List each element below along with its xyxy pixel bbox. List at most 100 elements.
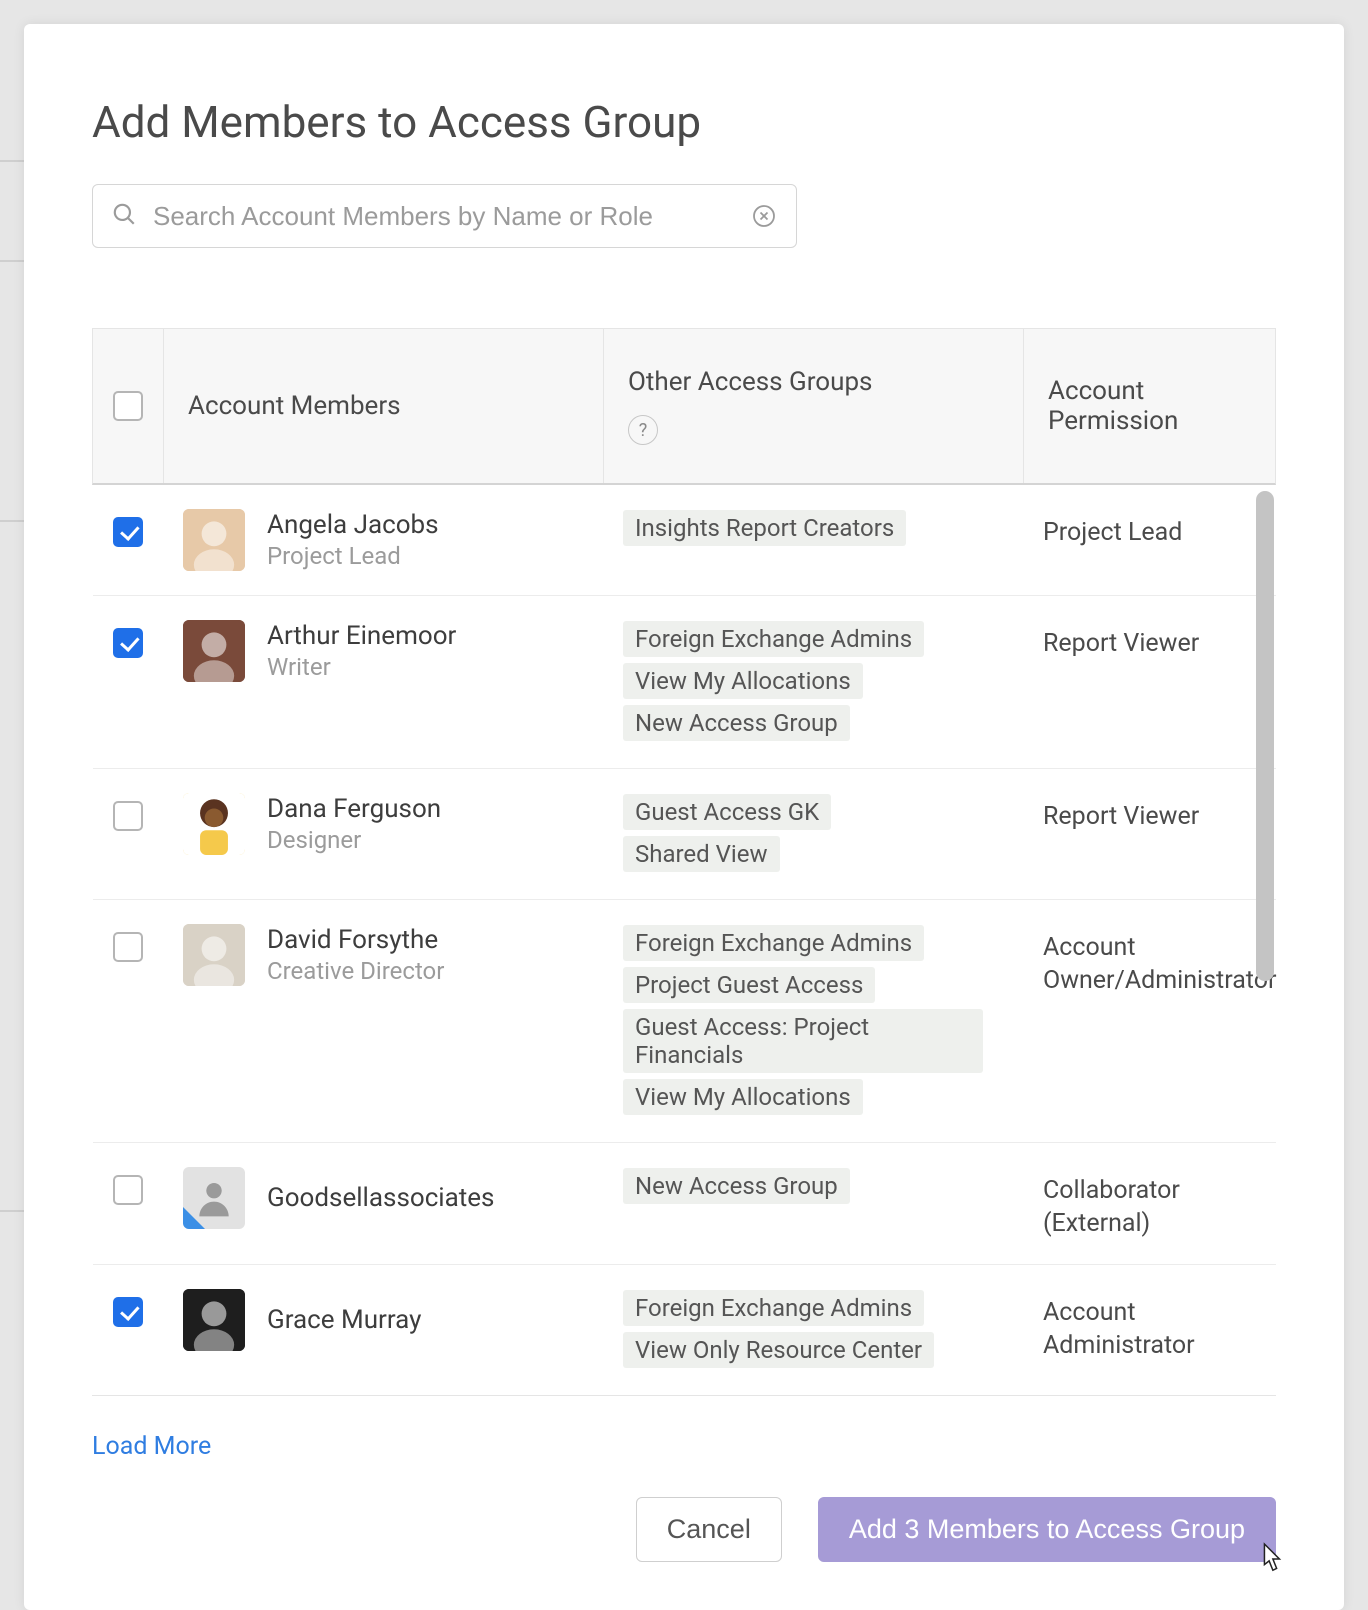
table-row: Angela JacobsProject LeadInsights Report… [93, 485, 1276, 596]
group-chip: Foreign Exchange Admins [623, 1290, 924, 1326]
member-cell: Dana FergusonDesigner [163, 783, 603, 865]
member-role: Creative Director [267, 957, 444, 985]
permission-text: Collaborator (External) [1043, 1165, 1256, 1240]
scrollbar-thumb[interactable] [1256, 491, 1274, 981]
column-groups-label: Other Access Groups [628, 367, 999, 397]
column-groups: Other Access Groups ? [603, 329, 1023, 483]
checkbox-cell [93, 783, 163, 841]
table-row: David ForsytheCreative Director Foreign E… [93, 900, 1276, 1143]
groups-cell: Guest Access GK Shared View [603, 783, 1023, 885]
permission-cell: Report Viewer [1023, 783, 1276, 844]
table-row: Dana FergusonDesigner Guest Access GK Shar… [93, 769, 1276, 900]
groups-cell: Foreign Exchange Admins Project Guest Acc… [603, 914, 1023, 1128]
member-cell: Arthur EinemoorWriter [163, 610, 603, 692]
member-cell: Goodsellassociates [163, 1157, 603, 1239]
row-checkbox[interactable] [113, 628, 143, 658]
avatar [183, 924, 245, 986]
table-row: Goodsellassociates New Access Group Collab… [93, 1143, 1276, 1265]
permission-text: Report Viewer [1043, 618, 1256, 661]
member-role: Project Lead [267, 542, 439, 570]
member-name: David Forsythe [267, 925, 444, 955]
row-checkbox[interactable] [113, 517, 143, 547]
member-name: Dana Ferguson [267, 794, 441, 824]
avatar [183, 1167, 245, 1229]
avatar [183, 620, 245, 682]
group-chip: Shared View [623, 836, 780, 872]
permission-cell: Project Lead [1023, 499, 1276, 560]
add-members-button[interactable]: Add 3 Members to Access Group [818, 1497, 1276, 1562]
permission-text: Account Owner/Administrator [1043, 922, 1276, 997]
member-text: Arthur EinemoorWriter [267, 621, 456, 681]
group-chip: View My Allocations [623, 1079, 863, 1115]
checkbox-cell [93, 1157, 163, 1215]
column-members: Account Members [163, 329, 603, 483]
member-text: Grace Murray [267, 1305, 421, 1335]
external-flag-icon [183, 1207, 205, 1229]
checkbox-cell [93, 610, 163, 668]
group-chip: View Only Resource Center [623, 1332, 934, 1368]
group-chip: Foreign Exchange Admins [623, 621, 924, 657]
group-chip: Insights Report Creators [623, 510, 906, 546]
group-chip: Guest Access: Project Financials [623, 1009, 983, 1073]
row-checkbox[interactable] [113, 1297, 143, 1327]
row-checkbox[interactable] [113, 801, 143, 831]
clear-search-icon[interactable] [750, 202, 778, 230]
permission-text: Account Administrator [1043, 1287, 1256, 1362]
add-members-modal: Add Members to Access Group Account [24, 24, 1344, 1610]
column-permission: Account Permission [1023, 329, 1275, 483]
group-chip: View My Allocations [623, 663, 863, 699]
table-body-wrap: Angela JacobsProject LeadInsights Report… [92, 485, 1276, 1395]
permission-cell: Report Viewer [1023, 610, 1276, 671]
row-checkbox[interactable] [113, 932, 143, 962]
member-name: Arthur Einemoor [267, 621, 456, 651]
permission-cell: Account Administrator [1023, 1279, 1276, 1372]
checkbox-cell [93, 914, 163, 972]
table-row: Grace Murray Foreign Exchange Admins View … [93, 1265, 1276, 1395]
groups-cell: Foreign Exchange Admins View My Allocatio… [603, 610, 1023, 754]
permission-text: Report Viewer [1043, 791, 1256, 834]
group-chip: New Access Group [623, 1168, 850, 1204]
checkbox-cell [93, 1279, 163, 1337]
member-role: Designer [267, 826, 441, 854]
column-members-label: Account Members [188, 391, 579, 421]
modal-title: Add Members to Access Group [92, 96, 1276, 148]
member-text: Goodsellassociates [267, 1183, 494, 1213]
member-name: Angela Jacobs [267, 510, 439, 540]
member-role: Writer [267, 653, 456, 681]
search-icon [111, 201, 137, 231]
permission-cell: Collaborator (External) [1023, 1157, 1276, 1250]
table-row: Arthur EinemoorWriter Foreign Exchange Ad… [93, 596, 1276, 769]
avatar [183, 509, 245, 571]
row-checkbox[interactable] [113, 1175, 143, 1205]
help-icon[interactable]: ? [628, 415, 658, 445]
member-name: Grace Murray [267, 1305, 421, 1335]
select-all-checkbox[interactable] [113, 391, 143, 421]
table-header: Account Members Other Access Groups ? Ac… [92, 328, 1276, 485]
groups-cell: Foreign Exchange Admins View Only Resourc… [603, 1279, 1023, 1381]
checkbox-cell [93, 499, 163, 557]
group-chip: New Access Group [623, 705, 850, 741]
select-all-header [93, 329, 163, 483]
groups-cell: New Access Group [603, 1157, 1023, 1217]
search-field[interactable] [92, 184, 797, 248]
member-cell: David ForsytheCreative Director [163, 914, 603, 996]
search-input[interactable] [151, 200, 736, 233]
modal-actions: Cancel Add 3 Members to Access Group [92, 1497, 1276, 1562]
member-cell: Angela JacobsProject Lead [163, 499, 603, 581]
avatar [183, 793, 245, 855]
group-chip: Project Guest Access [623, 967, 875, 1003]
member-cell: Grace Murray [163, 1279, 603, 1361]
column-permission-label: Account Permission [1048, 376, 1251, 436]
table-body: Angela JacobsProject LeadInsights Report… [92, 485, 1276, 1395]
group-chip: Guest Access GK [623, 794, 831, 830]
member-text: Angela JacobsProject Lead [267, 510, 439, 570]
member-text: David ForsytheCreative Director [267, 925, 444, 985]
group-chip: Foreign Exchange Admins [623, 925, 924, 961]
avatar [183, 1289, 245, 1351]
member-text: Dana FergusonDesigner [267, 794, 441, 854]
member-name: Goodsellassociates [267, 1183, 494, 1213]
cursor-icon [1256, 1542, 1286, 1580]
cancel-button[interactable]: Cancel [636, 1497, 782, 1562]
load-more-link[interactable]: Load More [92, 1432, 211, 1461]
members-table: Account Members Other Access Groups ? Ac… [92, 328, 1276, 1396]
